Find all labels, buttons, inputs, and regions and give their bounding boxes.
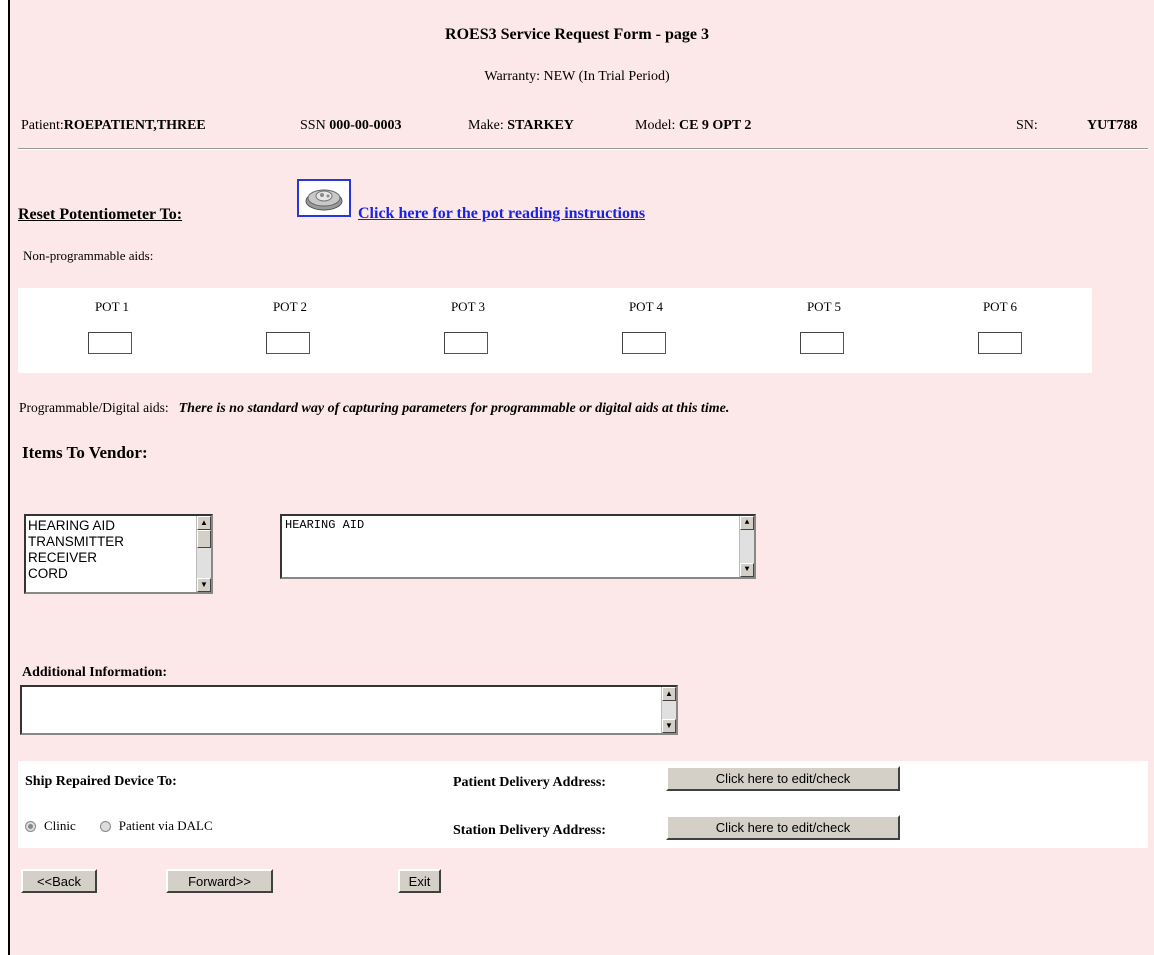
pot-3-input[interactable] [444,332,488,354]
make-value: STARKEY [507,118,574,133]
station-address-edit-button[interactable]: Click here to edit/check [666,815,900,840]
additional-scrollbar[interactable]: ▲ ▼ [661,687,676,733]
selected-items-text: HEARING AID [285,518,365,532]
patient-delivery-address-label: Patient Delivery Address: [453,775,606,790]
left-frame-border [0,0,10,955]
pot-5-input[interactable] [800,332,844,354]
listbox-scrollbar[interactable]: ▲ ▼ [196,516,211,592]
selected-items-textarea[interactable]: HEARING AID ▲ ▼ [280,514,756,579]
page-title: ROES3 Service Request Form - page 3 [445,26,709,43]
radio-patient-via-dalc[interactable] [99,820,111,832]
programmable-row: Programmable/Digital aids: There is no st… [19,400,729,417]
scroll-thumb[interactable] [197,530,211,548]
patient-field: Patient:ROEPATIENT,THREE [21,118,206,134]
warranty-value: NEW (In Trial Period) [543,69,670,84]
patient-label: Patient: [21,118,64,133]
make-field: Make: STARKEY [468,118,574,134]
model-field: Model: CE 9 OPT 2 [635,118,751,134]
sn-value-wrap: YUT788 [1087,118,1138,134]
scroll-down-icon[interactable]: ▼ [740,563,754,577]
ssn-label: SSN [300,118,326,133]
list-item[interactable]: CORD [26,566,211,582]
textarea-scrollbar[interactable]: ▲ ▼ [739,516,754,577]
station-delivery-address-label: Station Delivery Address: [453,823,606,838]
reset-potentiometer-heading: Reset Potentiometer To: [18,206,183,223]
list-item[interactable]: HEARING AID [26,518,211,534]
sn-value: YUT788 [1087,118,1138,133]
pot-5-label: POT 5 [806,299,842,314]
warranty-line: Warranty: NEW (In Trial Period) [0,69,1154,85]
pot-2-input[interactable] [266,332,310,354]
scroll-up-icon[interactable]: ▲ [197,516,211,530]
items-to-vendor-heading: Items To Vendor: [22,443,148,462]
radio-clinic-label: Clinic [44,818,76,833]
radio-clinic[interactable] [25,820,36,832]
patient-value: ROEPATIENT,THREE [63,118,206,133]
pot-instructions-link[interactable]: Click here for the pot reading instructi… [358,205,645,223]
list-item[interactable]: RECEIVER [26,550,211,566]
hearing-aid-icon-graphic [305,189,343,211]
header-divider [18,148,1148,150]
scroll-down-icon[interactable]: ▼ [197,578,211,592]
pot-3-label: POT 3 [450,299,486,314]
make-label: Make: [468,118,504,133]
pot-6-label: POT 6 [982,299,1018,314]
pot-1-label: POT 1 [94,299,130,314]
ship-destination-radios: Clinic Patient via DALC [25,818,213,834]
ssn-field: SSN 000-00-0003 [300,118,402,134]
exit-button[interactable]: Exit [398,869,441,893]
pot-panel [18,288,1092,373]
pot-6-input[interactable] [978,332,1022,354]
radio-selected-dot [28,823,33,829]
model-value: CE 9 OPT 2 [678,118,752,133]
forward-button[interactable]: Forward>> [166,869,273,893]
pot-2-label: POT 2 [272,299,308,314]
pot-4-input[interactable] [622,332,666,354]
programmable-label: Programmable/Digital aids: [19,400,169,415]
non-programmable-label: Non-programmable aids: [23,248,154,263]
patient-address-edit-button[interactable]: Click here to edit/check [666,766,900,791]
hearing-aid-pot-icon[interactable] [297,179,351,217]
pot-1-input[interactable] [88,332,132,354]
scroll-up-icon[interactable]: ▲ [662,687,676,701]
sn-label: SN: [1016,118,1038,133]
additional-information-heading: Additional Information: [22,665,168,680]
radio-patient-via-dalc-label: Patient via DALC [118,818,213,833]
scroll-up-icon[interactable]: ▲ [740,516,754,530]
items-listbox[interactable]: HEARING AID TRANSMITTER RECEIVER CORD ▲ … [24,514,213,594]
warranty-label: Warranty: [484,69,540,84]
ship-repaired-device-heading: Ship Repaired Device To: [25,774,177,789]
ssn-value: 000-00-0003 [329,118,402,133]
additional-information-textarea[interactable]: ▲ ▼ [20,685,678,735]
scroll-down-icon[interactable]: ▼ [662,719,676,733]
back-button[interactable]: <<Back [21,869,97,893]
list-item[interactable]: TRANSMITTER [26,534,211,550]
model-label: Model: [635,118,676,133]
programmable-note: There is no standard way of capturing pa… [178,401,730,416]
pot-4-label: POT 4 [628,299,664,314]
